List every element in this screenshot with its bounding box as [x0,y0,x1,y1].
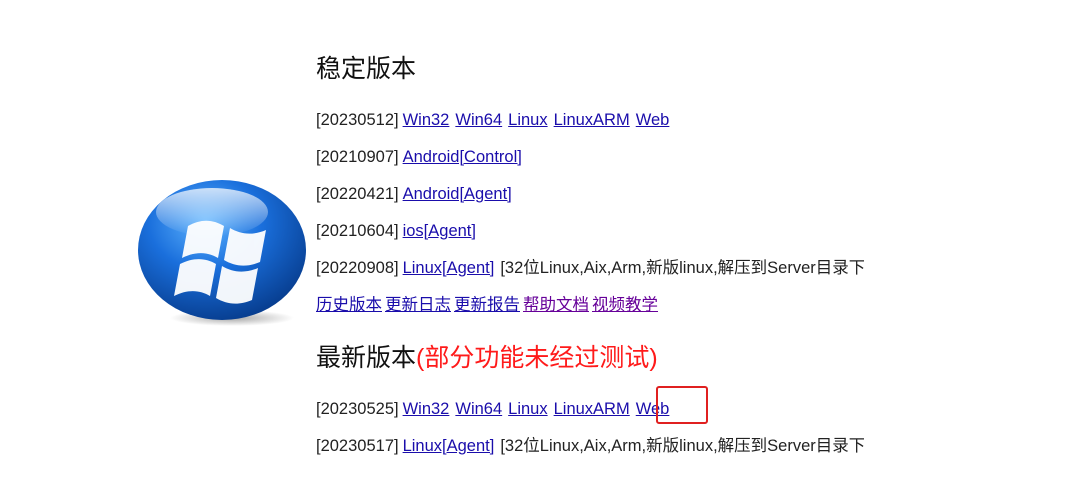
latest-linuxarm-link[interactable]: LinuxARM [554,400,630,418]
latest-linux-link[interactable]: Linux [508,400,547,418]
stable-row-4: [20210604] ios[Agent] [316,220,482,242]
version-list: 稳定版本 [20230512] Win32 Win64 Linux LinuxARM We… [316,0,864,493]
latest-row-2: [20230517] Linux[Agent] [32位Linux,Aix,Arm,… [316,435,864,457]
release-date: [20220908] [316,259,399,277]
web-link-highlight-box [656,386,708,424]
stable-web-link[interactable]: Web [636,111,670,129]
latest-title: 最新版本 [316,344,417,372]
stable-row-2: [20210907] Android[Control] [316,146,528,168]
release-date: [20220421] [316,185,399,203]
download-page: 稳定版本 [20230512] Win32 Win64 Linux LinuxARM We… [0,0,1067,493]
changelog-link[interactable]: 更新日志 [385,296,451,314]
stable-row-1: [20230512] Win32 Win64 Linux LinuxARM Web [316,109,675,131]
android-control-link[interactable]: Android[Control] [403,148,522,166]
stable-row-3: [20220421] Android[Agent] [316,183,518,205]
help-docs-link[interactable]: 帮助文档 [523,296,589,314]
latest-win32-link[interactable]: Win32 [403,400,450,418]
stable-linuxarm-link[interactable]: LinuxARM [554,111,630,129]
latest-win64-link[interactable]: Win64 [455,400,502,418]
footer-links: 历史版本 更新日志 更新报告 帮助文档 视频教学 [316,294,661,316]
video-tutorial-link[interactable]: 视频教学 [592,296,658,314]
update-report-link[interactable]: 更新报告 [454,296,520,314]
stable-win64-link[interactable]: Win64 [455,111,502,129]
linux-agent-note: [32位Linux,Aix,Arm,新版linux,解压到Server目录下] [500,437,864,455]
stable-linux-agent-link[interactable]: Linux[Agent] [403,259,495,277]
release-date: [20210907] [316,148,399,166]
release-date: [20230525] [316,400,399,418]
android-agent-link[interactable]: Android[Agent] [403,185,512,203]
latest-warning: (部分功能未经过测试) [416,344,658,372]
release-date: [20230512] [316,111,399,129]
windows-orb-icon [138,180,306,326]
latest-linux-agent-link[interactable]: Linux[Agent] [403,437,495,455]
stable-row-5: [20220908] Linux[Agent] [32位Linux,Aix,Arm,… [316,257,864,279]
linux-agent-note: [32位Linux,Aix,Arm,新版linux,解压到Server目录下] [500,259,864,277]
stable-heading: 稳定版本 [316,54,416,84]
latest-heading: 最新版本(部分功能未经过测试) [316,343,658,373]
release-date: [20210604] [316,222,399,240]
stable-win32-link[interactable]: Win32 [403,111,450,129]
latest-row-1: [20230525] Win32 Win64 Linux LinuxARM Web [316,398,675,420]
history-versions-link[interactable]: 历史版本 [316,296,382,314]
ios-agent-link[interactable]: ios[Agent] [403,222,476,240]
stable-title: 稳定版本 [316,55,417,83]
stable-linux-link[interactable]: Linux [508,111,547,129]
release-date: [20230517] [316,437,399,455]
